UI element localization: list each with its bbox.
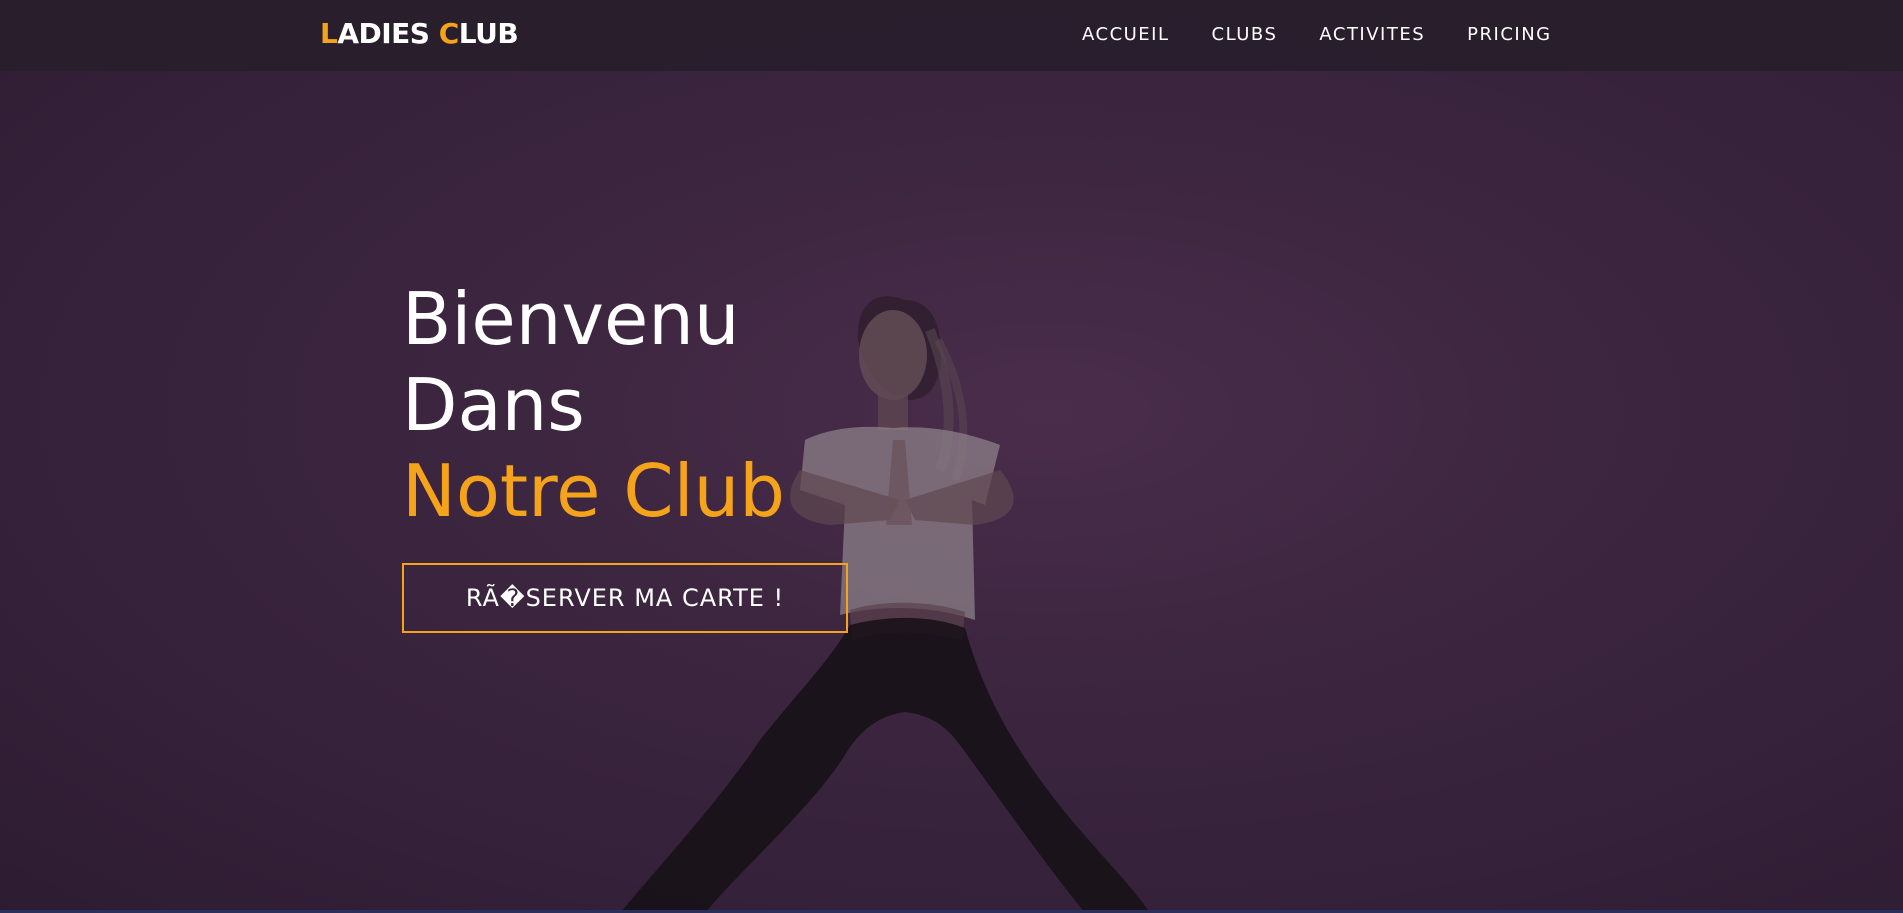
logo-text-adies: ADIES [337,17,439,50]
headline-line-3: Notre Club [402,449,785,533]
headline-line-2: Dans [402,363,585,447]
nav-item-accueil[interactable]: ACCUEIL [1082,24,1170,45]
logo-text-lub: LUB [458,17,519,50]
brand-logo[interactable]: LADIES CLUB [320,17,519,50]
hero-headline: Bienvenu Dans Notre Club [402,276,785,534]
top-navbar: LADIES CLUB ACCUEIL CLUBS ACTIVITES PRIC… [0,0,1903,71]
headline-line-1: Bienvenu [402,277,740,361]
main-nav: ACCUEIL CLUBS ACTIVITES PRICING [1082,24,1594,45]
nav-item-activites[interactable]: ACTIVITES [1319,24,1425,45]
reserve-card-button[interactable]: RÃ�SERVER MA CARTE ! [402,563,848,633]
logo-letter-l: L [320,17,338,50]
logo-letter-c: C [438,17,460,50]
nav-item-clubs[interactable]: CLUBS [1212,24,1278,45]
hero-background-photo [620,296,1150,913]
hero-section: Bienvenu Dans Notre Club RÃ�SERVER MA CA… [0,0,1903,913]
nav-item-pricing[interactable]: PRICING [1467,24,1551,45]
